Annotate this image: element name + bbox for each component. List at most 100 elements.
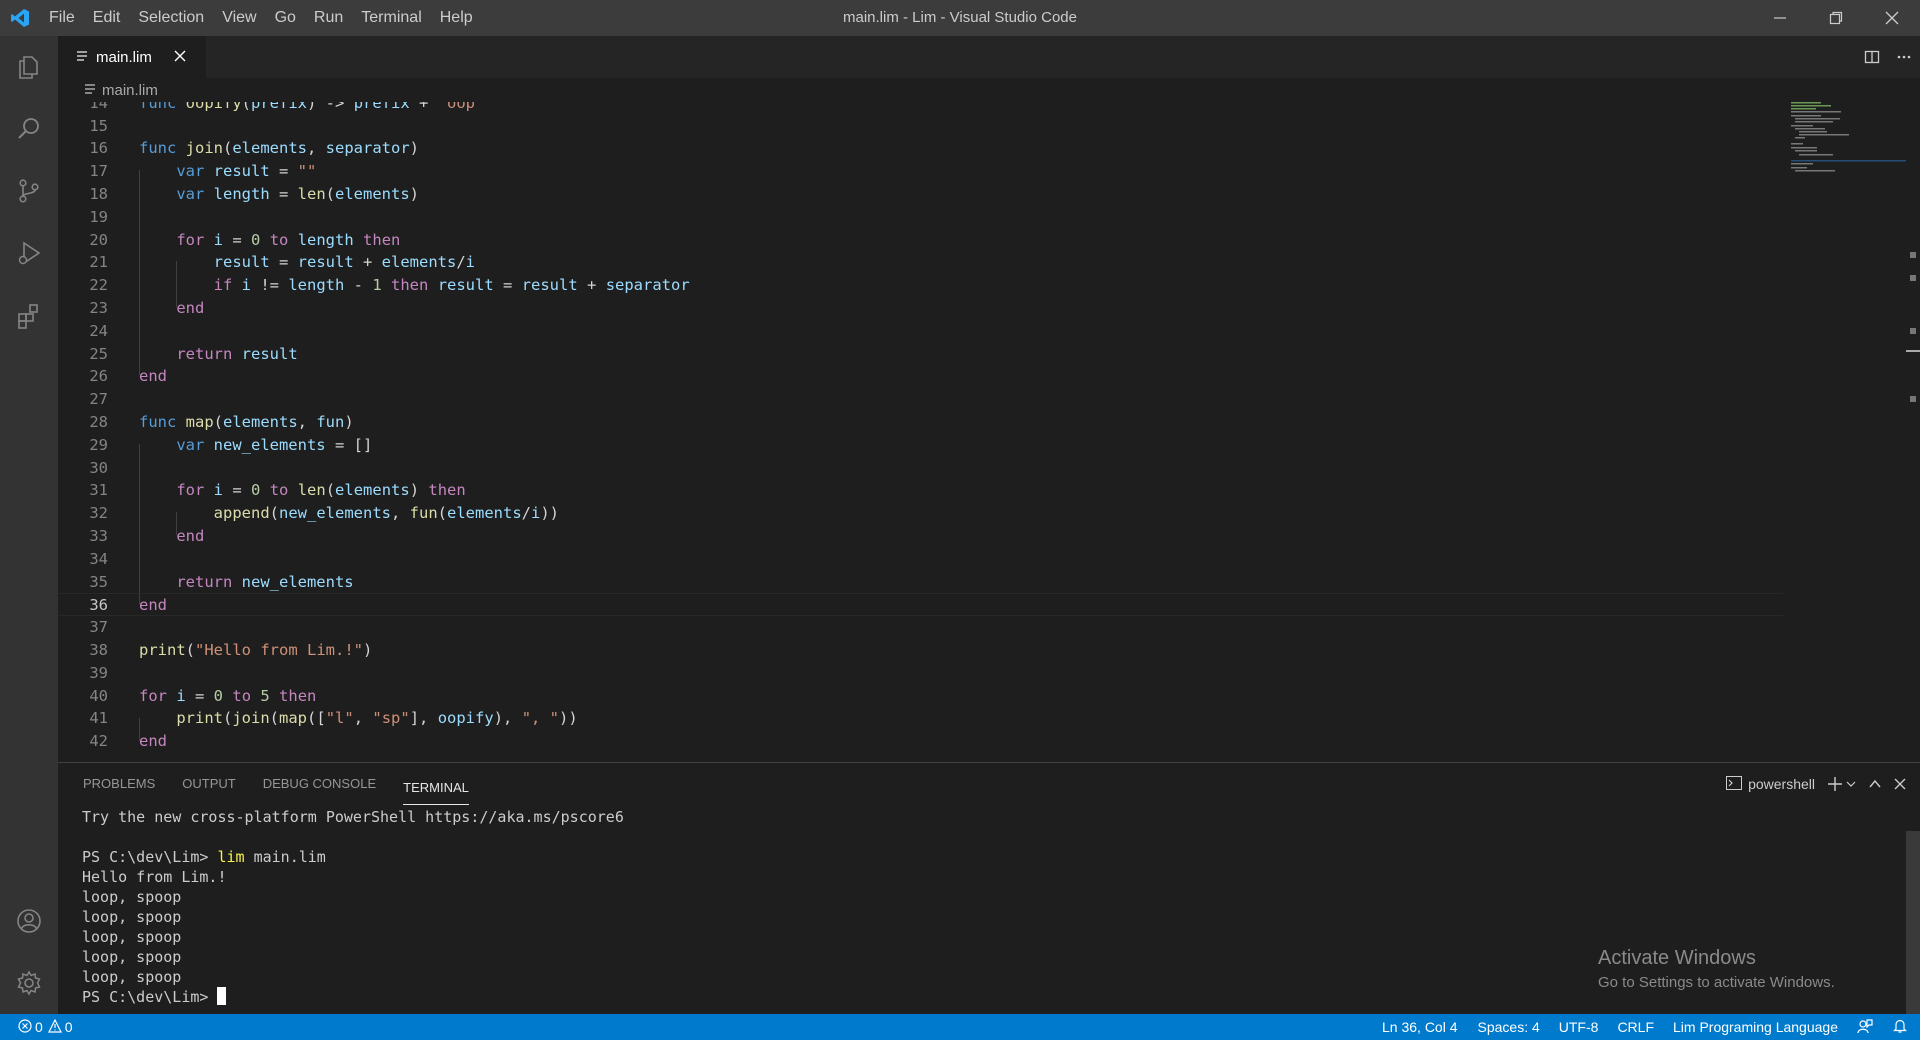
code-token: 0 [251,230,261,249]
menu-item-selection[interactable]: Selection [129,0,213,36]
panel-tab-problems[interactable]: PROBLEMS [83,763,155,805]
language-mode[interactable]: Lim Programing Language [1673,1019,1838,1035]
code-editor[interactable]: 14 func oopify(prefix) -> prefix + "oop" 1… [58,102,1920,762]
code-token: 0 [213,686,224,705]
accounts-icon[interactable] [0,890,58,952]
extensions-icon[interactable] [0,284,58,346]
code-token: ( [269,504,279,523]
line-ending[interactable]: CRLF [1617,1019,1654,1035]
encoding[interactable]: UTF-8 [1559,1019,1599,1035]
close-tab-icon[interactable] [174,49,186,66]
code-line[interactable]: 31 for i = 0 to len(elements) then [58,479,1783,502]
code-line[interactable]: 22 if i != length - 1 then result = resu… [58,274,1783,297]
panel-tab-terminal[interactable]: TERMINAL [403,771,469,805]
code-token: ( [213,412,224,431]
code-token: end [176,526,205,545]
code-line[interactable]: 25 return result [58,343,1783,366]
menu-item-view[interactable]: View [213,0,265,36]
terminal-output[interactable]: Try the new cross-platform PowerShell ht… [82,807,624,1007]
code-text: var new_elements = [] [139,434,372,457]
settings-gear-icon[interactable] [0,952,58,1014]
code-line[interactable]: 16 func join(elements, separator) [58,137,1783,160]
close-window-icon[interactable] [1864,0,1920,36]
line-number: 15 [89,116,108,135]
code-line[interactable]: 27 [58,388,1783,411]
run-debug-icon[interactable] [0,222,58,284]
code-text: var length = len(elements) [139,183,419,206]
terminal-prompt: PS C:\dev\Lim> [82,848,218,866]
editor-scrollbar[interactable] [1906,102,1920,762]
code-line[interactable]: 24 [58,320,1783,343]
code-token: for [176,481,214,500]
code-line[interactable]: 19 [58,206,1783,229]
code-line[interactable]: 15 [58,115,1783,138]
minimize-icon[interactable] [1752,0,1808,36]
more-actions-icon[interactable] [1888,49,1920,65]
panel-tab-output[interactable]: OUTPUT [182,763,235,805]
code-line[interactable]: 32 append(new_elements, fun(elements/i)) [58,502,1783,525]
code-text: for i = 0 to 5 then [139,685,316,708]
menu-item-run[interactable]: Run [305,0,352,36]
line-number: 35 [89,572,108,591]
code-line[interactable]: 33 end [58,525,1783,548]
menu-item-edit[interactable]: Edit [84,0,130,36]
feedback-icon[interactable] [1857,1018,1873,1037]
code-token: ( [325,481,336,500]
line-number: 14 [89,102,108,112]
code-token: join [232,709,270,728]
code-line[interactable]: 20 for i = 0 to length then [58,229,1783,252]
line-number: 18 [89,184,108,203]
code-token: join [185,139,223,158]
search-icon[interactable] [0,98,58,160]
code-line[interactable]: 42 end [58,730,1783,753]
cursor-position[interactable]: Ln 36, Col 4 [1382,1019,1458,1035]
code-line[interactable]: 14 func oopify(prefix) -> prefix + "oop" [58,102,1783,115]
code-line[interactable]: 39 [58,662,1783,685]
code-line[interactable]: 34 [58,548,1783,571]
terminal-scrollbar[interactable] [1906,831,1920,1015]
code-line[interactable]: 29 var new_elements = [] [58,434,1783,457]
code-line[interactable]: 18 var length = len(elements) [58,183,1783,206]
minimap[interactable] [1791,102,1906,202]
code-line[interactable]: 26 end [58,365,1783,388]
breadcrumb-file[interactable]: main.lim [102,82,158,99]
new-terminal-icon[interactable] [1827,776,1856,792]
code-line[interactable]: 37 [58,616,1783,639]
restore-icon[interactable] [1808,0,1864,36]
breadcrumb: main.lim [58,78,1920,102]
tab-main-lim[interactable]: main.lim [58,36,206,78]
menu-item-terminal[interactable]: Terminal [352,0,430,36]
line-number: 27 [89,390,108,409]
code-line[interactable]: 36 end [58,593,1783,617]
code-line[interactable]: 38 print("Hello from Lim.!") [58,639,1783,662]
terminal-command-line: PS C:\dev\Lim> lim main.lim [82,847,624,867]
code-token: ( [437,504,447,523]
explorer-icon[interactable] [0,36,58,98]
code-line[interactable]: 17 var result = "" [58,160,1783,183]
menu-item-file[interactable]: File [40,0,84,36]
terminal-selector[interactable]: powershell [1726,775,1815,793]
code-token: "" [297,162,317,181]
notifications-bell-icon[interactable] [1892,1018,1908,1037]
code-line[interactable]: 28 func map(elements, fun) [58,411,1783,434]
panel-tab-debug-console[interactable]: DEBUG CONSOLE [263,763,376,805]
source-control-icon[interactable] [0,160,58,222]
code-line[interactable]: 30 [58,457,1783,480]
menu-item-go[interactable]: Go [266,0,305,36]
indentation[interactable]: Spaces: 4 [1478,1019,1540,1035]
maximize-panel-icon[interactable] [1868,777,1882,791]
split-editor-icon[interactable] [1856,49,1888,65]
code-line[interactable]: 23 end [58,297,1783,320]
vscode-logo-icon [0,0,40,36]
code-line[interactable]: 21 result = result + elements/i [58,251,1783,274]
menu-item-help[interactable]: Help [431,0,482,36]
close-panel-icon[interactable] [1894,778,1906,790]
problems-status[interactable]: 0 0 [18,1018,73,1036]
code-line[interactable]: 35 return new_elements [58,571,1783,594]
code-token: print [176,709,223,728]
line-number: 26 [89,367,108,386]
code-line[interactable]: 40 for i = 0 to 5 then [58,685,1783,708]
code-line[interactable]: 41 print(join(map(["l", "sp"], oopify), … [58,707,1783,730]
